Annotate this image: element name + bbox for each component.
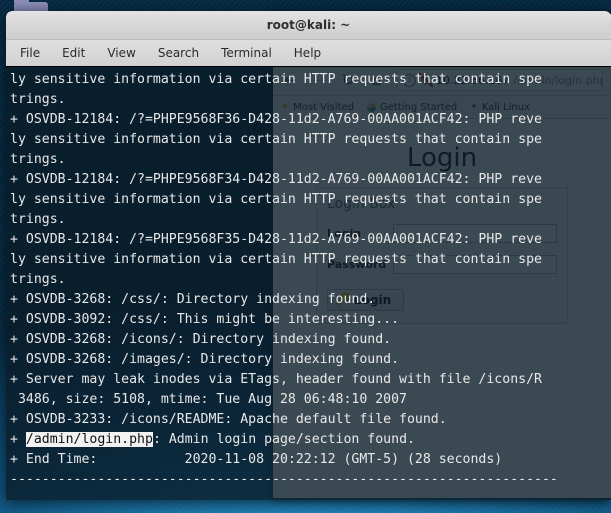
terminal-body[interactable]: ly sensitive information via certain HTT… <box>6 67 611 500</box>
menu-help[interactable]: Help <box>294 46 321 60</box>
screen: A Mozilla Firefox Login ← → ↻ ⌂ i 10.22.… <box>0 0 611 513</box>
terminal-line: ly sensitive information via certain HTT… <box>10 252 542 267</box>
terminal-line: + OSVDB-3268: /css/: Directory indexing … <box>10 292 376 307</box>
terminal-line: + OSVDB-3233: /icons/README: Apache defa… <box>10 412 447 427</box>
terminal-line: ly sensitive information via certain HTT… <box>10 192 542 207</box>
terminal-line: trings. <box>10 92 66 107</box>
menu-search[interactable]: Search <box>158 46 199 60</box>
highlighted-finding: /admin/login.php <box>25 432 153 447</box>
terminal-window[interactable]: root@kali: ~ File Edit View Search Termi… <box>6 11 611 500</box>
terminal-line: trings. <box>10 272 66 287</box>
terminal-line: + OSVDB-3092: /css/: This might be inter… <box>10 312 400 327</box>
terminal-line: + End Time: 2020-11-08 20:22:12 (GMT-5) … <box>10 452 503 467</box>
terminal-line: + /admin/login.php: Admin login page/sec… <box>10 432 415 447</box>
terminal-line: ly sensitive information via certain HTT… <box>10 72 542 87</box>
terminal-line: + OSVDB-12184: /?=PHPE9568F35-D428-11d2-… <box>10 232 542 247</box>
terminal-line: + OSVDB-3268: /icons/: Directory indexin… <box>10 332 392 347</box>
terminal-line: trings. <box>10 152 66 167</box>
terminal-line: trings. <box>10 212 66 227</box>
menu-edit[interactable]: Edit <box>62 46 85 60</box>
menu-file[interactable]: File <box>20 46 40 60</box>
terminal-menubar: File Edit View Search Terminal Help <box>6 40 611 67</box>
terminal-line: ly sensitive information via certain HTT… <box>10 132 542 147</box>
terminal-line: ----------------------------------------… <box>10 472 558 487</box>
terminal-line: + Server may leak inodes via ETags, head… <box>10 372 542 387</box>
terminal-title: root@kali: ~ <box>266 18 351 32</box>
menu-view[interactable]: View <box>107 46 135 60</box>
terminal-output: ly sensitive information via certain HTT… <box>6 67 611 500</box>
terminal-line: + OSVDB-12184: /?=PHPE9568F34-D428-11d2-… <box>10 172 542 187</box>
terminal-line: + OSVDB-12184: /?=PHPE9568F36-D428-11d2-… <box>10 112 542 127</box>
terminal-titlebar[interactable]: root@kali: ~ <box>6 11 611 40</box>
menu-terminal[interactable]: Terminal <box>221 46 272 60</box>
terminal-line: + OSVDB-3268: /images/: Directory indexi… <box>10 352 400 367</box>
terminal-line: 3486, size: 5108, mtime: Tue Aug 28 06:4… <box>10 392 407 407</box>
